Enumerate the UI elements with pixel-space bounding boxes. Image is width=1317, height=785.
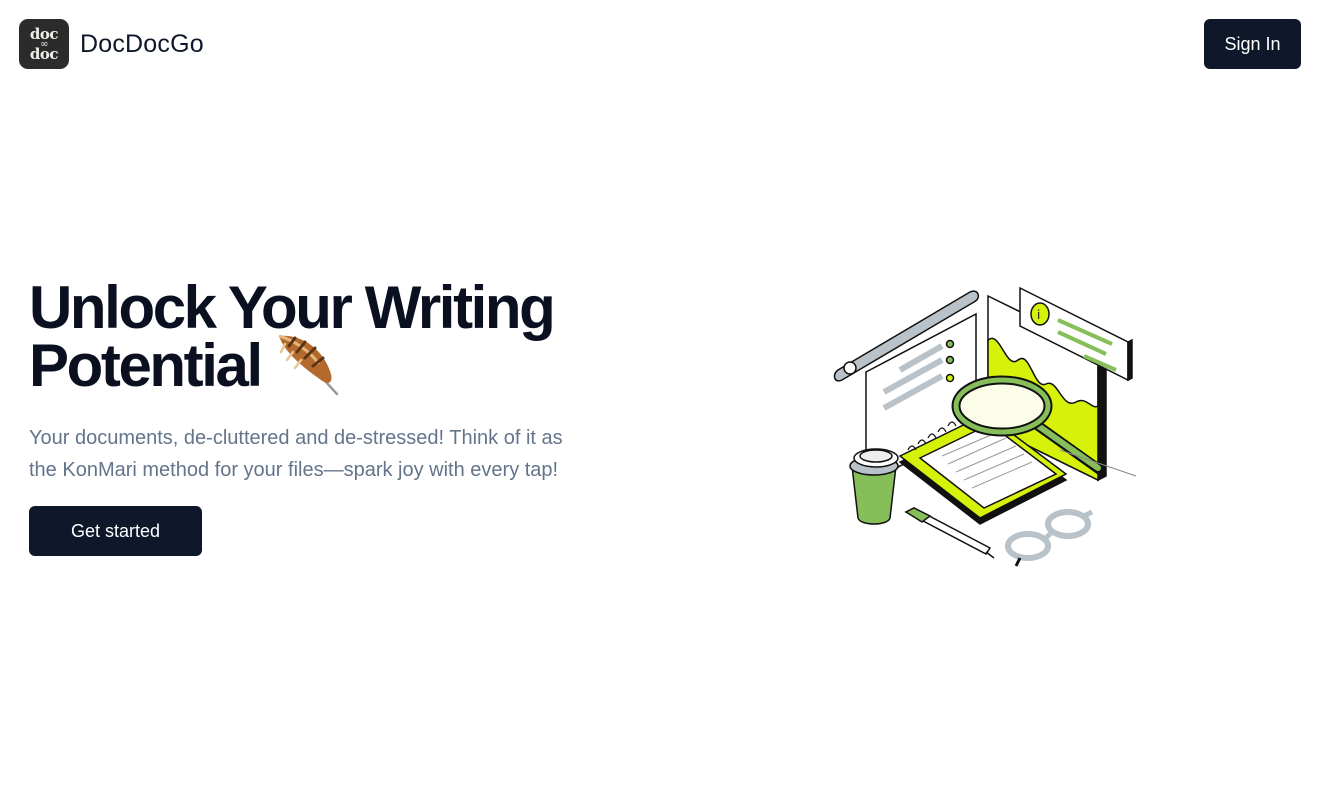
hero-title-line-2: Potential	[29, 332, 263, 399]
hero-title-line-2-wrap: Potential	[29, 334, 629, 400]
hero-subtitle-line-1: Your documents, de-cluttered and de-stre…	[29, 427, 563, 449]
hero-title: Unlock Your Writing Potential	[29, 274, 629, 400]
hero-subtitle-line-2: the KonMari method for your files—spark …	[29, 459, 559, 481]
landing-page: doc ∞ doc DocDocGo Sign In Unlock Your W…	[0, 0, 1317, 785]
documents-magnifier-illustration: i	[833, 286, 1137, 567]
glasses	[1005, 509, 1094, 567]
doc-doc-logo-icon: doc ∞ doc	[19, 19, 69, 69]
brand-name: DocDocGo	[80, 29, 204, 58]
sign-in-button[interactable]: Sign In	[1204, 19, 1301, 69]
coffee-cup	[849, 448, 899, 525]
feather-icon	[278, 334, 339, 396]
svg-text:i: i	[1037, 308, 1040, 322]
hero-subtitle: Your documents, de-cluttered and de-stre…	[29, 422, 629, 486]
get-started-button[interactable]: Get started	[29, 506, 202, 556]
hero-title-line-1: Unlock Your Writing	[29, 274, 556, 341]
brand-logo-link[interactable]: doc ∞ doc DocDocGo	[19, 19, 204, 69]
